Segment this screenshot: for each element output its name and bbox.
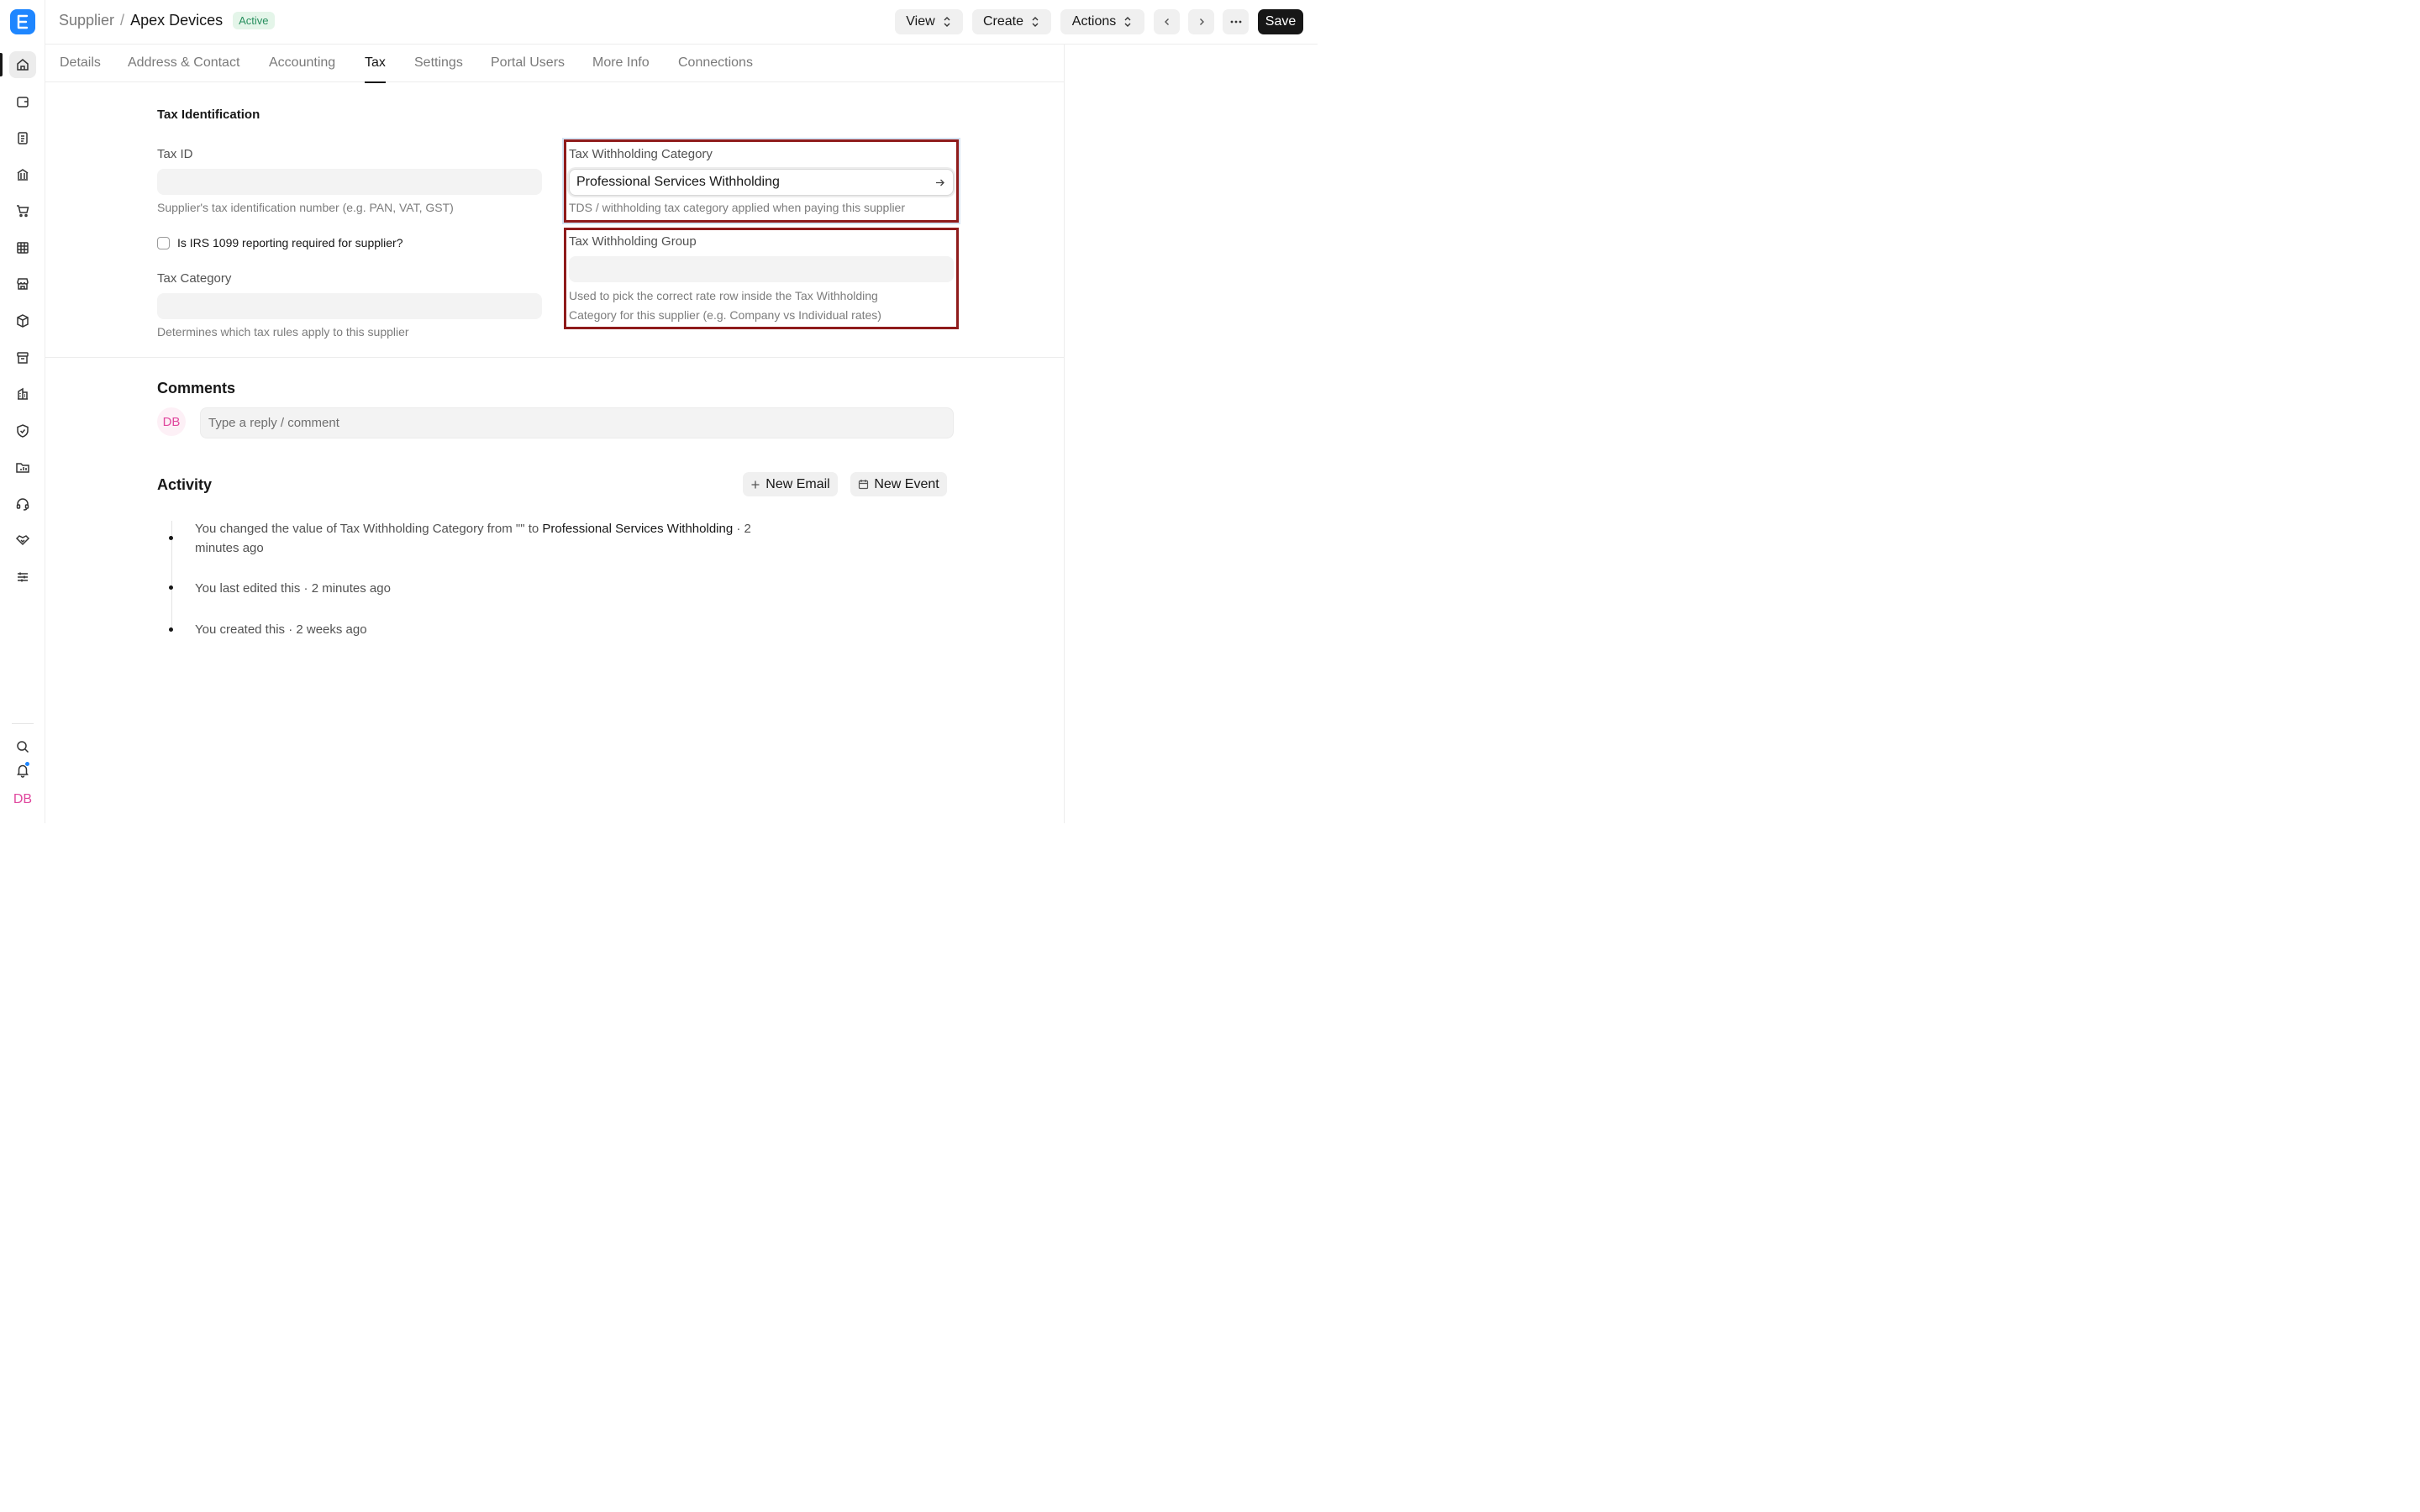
chevron-left-icon [1164, 18, 1169, 25]
activity-item: You changed the value of Tax Withholding… [195, 519, 817, 558]
previous-button[interactable] [1154, 9, 1180, 34]
handshake-icon[interactable] [9, 527, 36, 554]
sidebar-divider [12, 723, 34, 724]
section-divider [45, 357, 1065, 358]
withholding-group-description-line2: Category for this supplier (e.g. Company… [569, 308, 881, 322]
tax-category-description: Determines which tax rules apply to this… [157, 325, 409, 339]
document-icon[interactable] [9, 124, 36, 151]
table-icon[interactable] [9, 234, 36, 261]
breadcrumb-separator: / [120, 12, 125, 29]
tax-category-input[interactable] [157, 293, 542, 319]
actions-button-label: Actions [1071, 14, 1117, 29]
new-email-button[interactable]: New Email [743, 472, 838, 496]
sidebar-active-indicator [0, 53, 3, 76]
withholding-category-description: TDS / withholding tax category applied w… [569, 201, 906, 214]
app-logo[interactable] [10, 9, 35, 34]
page-title: Apex Devices [130, 12, 224, 29]
activity-item: You created this · 2 weeks ago [195, 622, 367, 637]
tab-connections[interactable]: Connections [678, 55, 753, 82]
activity-item-time: · 2 [733, 522, 751, 536]
bell-icon[interactable] [9, 758, 36, 783]
tab-address-contact[interactable]: Address & Contact [128, 55, 239, 82]
timeline-dot [169, 536, 173, 540]
new-event-button[interactable]: New Event [850, 472, 947, 496]
chevron-updown-icon [1032, 17, 1039, 27]
box-icon[interactable] [9, 307, 36, 334]
store-icon[interactable] [9, 270, 36, 297]
more-horizontal-icon [1230, 20, 1241, 24]
create-button[interactable]: Create [972, 9, 1051, 34]
building-icon[interactable] [9, 381, 36, 407]
comment-avatar: DB [157, 407, 186, 436]
tab-more-info[interactable]: More Info [592, 55, 650, 82]
archive-icon[interactable] [9, 344, 36, 371]
calendar-icon [859, 480, 869, 490]
cart-icon[interactable] [9, 197, 36, 224]
withholding-group-description-line1: Used to pick the correct rate row inside… [569, 289, 878, 302]
sidebar: DB [0, 0, 45, 823]
plus-icon [751, 480, 760, 488]
breadcrumb: Supplier / Apex Devices Active [59, 12, 275, 29]
sidebar-panel-divider [1064, 45, 1065, 823]
tab-bar: Details Address & Contact Accounting Tax… [45, 45, 1065, 83]
irs-1099-label[interactable]: Is IRS 1099 reporting required for suppl… [177, 236, 402, 249]
new-email-label: New Email [765, 476, 830, 491]
actions-button[interactable]: Actions [1060, 9, 1144, 34]
save-button[interactable]: Save [1258, 9, 1303, 34]
withholding-category-label: Tax Withholding Category [569, 147, 713, 161]
notification-dot [24, 761, 30, 767]
chevron-updown-icon [944, 17, 950, 27]
more-options-button[interactable] [1223, 9, 1249, 34]
chevron-updown-icon [1124, 17, 1131, 27]
breadcrumb-parent[interactable]: Supplier [59, 12, 114, 29]
wallet-icon[interactable] [9, 88, 36, 115]
arrow-right-icon[interactable] [934, 177, 945, 188]
withholding-category-value: Professional Services Withholding [576, 175, 780, 189]
irs-1099-checkbox[interactable] [157, 237, 170, 249]
new-event-label: New Event [874, 476, 939, 491]
comments-title: Comments [157, 380, 236, 396]
withholding-group-description: Used to pick the correct rate row inside… [569, 286, 881, 325]
folder-chart-icon[interactable] [9, 454, 36, 480]
bank-icon[interactable] [9, 161, 36, 188]
user-avatar[interactable]: DB [9, 787, 36, 812]
withholding-category-input[interactable]: Professional Services Withholding [569, 169, 954, 196]
timeline-dot [169, 627, 173, 632]
create-button-label: Create [982, 14, 1024, 29]
activity-item-value: Professional Services Withholding [542, 522, 734, 536]
view-button-label: View [906, 14, 935, 29]
timeline-dot [169, 585, 173, 590]
activity-title: Activity [157, 476, 213, 493]
view-button[interactable]: View [895, 9, 963, 34]
next-button[interactable] [1188, 9, 1214, 34]
status-badge: Active [233, 12, 275, 29]
withholding-group-input[interactable] [569, 256, 954, 282]
tab-accounting[interactable]: Accounting [269, 55, 335, 82]
tab-details[interactable]: Details [60, 55, 101, 82]
section-title: Tax Identification [157, 108, 260, 122]
tax-id-label: Tax ID [157, 147, 193, 161]
search-icon[interactable] [9, 734, 36, 759]
activity-item-text: You changed the value of Tax Withholding… [195, 522, 543, 536]
activity-item-time-cont: minutes ago [195, 541, 264, 555]
sliders-icon[interactable] [9, 564, 36, 591]
tab-settings[interactable]: Settings [414, 55, 463, 82]
tax-category-label: Tax Category [157, 271, 232, 286]
activity-item: You last edited this · 2 minutes ago [195, 581, 391, 596]
tab-portal-users[interactable]: Portal Users [491, 55, 565, 82]
headset-icon[interactable] [9, 491, 36, 517]
comment-input[interactable]: Type a reply / comment [200, 407, 954, 438]
tab-tax[interactable]: Tax [365, 55, 386, 83]
withholding-group-label: Tax Withholding Group [569, 234, 697, 249]
chevron-right-icon [1199, 18, 1204, 25]
tax-id-input[interactable] [157, 169, 542, 195]
home-icon[interactable] [9, 51, 36, 78]
tax-id-description: Supplier's tax identification number (e.… [157, 201, 454, 214]
shield-icon[interactable] [9, 417, 36, 444]
